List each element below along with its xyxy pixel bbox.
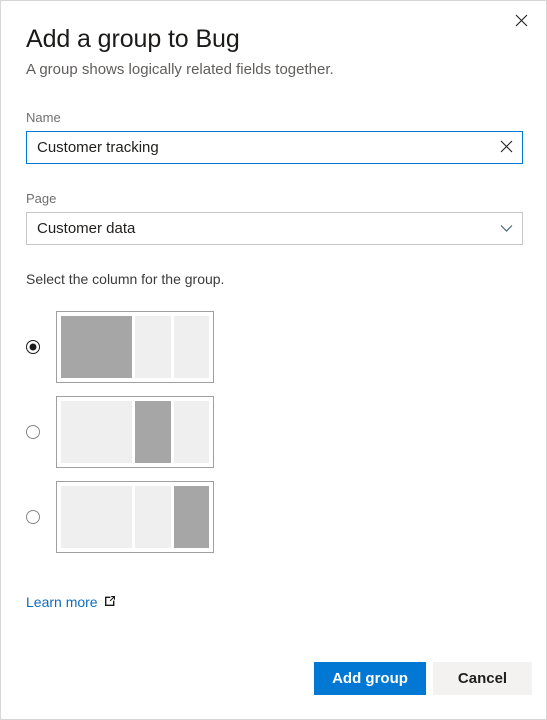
- preview-pane-3: [173, 486, 209, 548]
- preview-pane-1: [61, 401, 132, 463]
- cancel-button[interactable]: Cancel: [433, 662, 532, 695]
- preview-pane-3: [173, 401, 209, 463]
- column-selector-options: [26, 311, 214, 566]
- learn-more-link[interactable]: Learn more: [26, 593, 116, 611]
- dialog-subtitle: A group shows logically related fields t…: [26, 61, 334, 78]
- radio-button-second-column[interactable]: [26, 425, 40, 439]
- column-option-first[interactable]: [26, 311, 214, 383]
- page-title: Add a group to Bug: [26, 25, 240, 53]
- column-layout-preview-third[interactable]: [56, 481, 214, 553]
- close-icon: [500, 140, 513, 156]
- column-selector-label: Select the column for the group.: [26, 271, 225, 287]
- preview-pane-2: [135, 316, 171, 378]
- radio-button-first-column[interactable]: [26, 340, 40, 354]
- add-group-dialog: Add a group to Bug A group shows logical…: [0, 0, 547, 720]
- dialog-header: Add a group to Bug A group shows logical…: [26, 23, 521, 81]
- radio-button-third-column[interactable]: [26, 510, 40, 524]
- add-group-button[interactable]: Add group: [314, 662, 426, 695]
- dialog-footer: Add group Cancel: [1, 662, 546, 696]
- preview-pane-2: [135, 401, 171, 463]
- column-layout-preview-first[interactable]: [56, 311, 214, 383]
- preview-pane-2: [135, 486, 171, 548]
- external-link-icon: [104, 593, 116, 611]
- preview-pane-1: [61, 316, 132, 378]
- column-layout-preview-second[interactable]: [56, 396, 214, 468]
- column-option-third[interactable]: [26, 481, 214, 553]
- learn-more-label: Learn more: [26, 594, 98, 610]
- preview-pane-1: [61, 486, 132, 548]
- page-field-label: Page: [26, 191, 57, 206]
- column-option-second[interactable]: [26, 396, 214, 468]
- chevron-down-icon: [490, 213, 522, 244]
- name-input-value[interactable]: Customer tracking: [27, 138, 490, 158]
- name-input[interactable]: Customer tracking: [26, 131, 523, 164]
- name-field-label: Name: [26, 110, 61, 125]
- clear-name-button[interactable]: [490, 132, 522, 163]
- page-dropdown-value: Customer data: [37, 219, 136, 237]
- page-dropdown[interactable]: Customer data: [26, 212, 523, 245]
- preview-pane-3: [173, 316, 209, 378]
